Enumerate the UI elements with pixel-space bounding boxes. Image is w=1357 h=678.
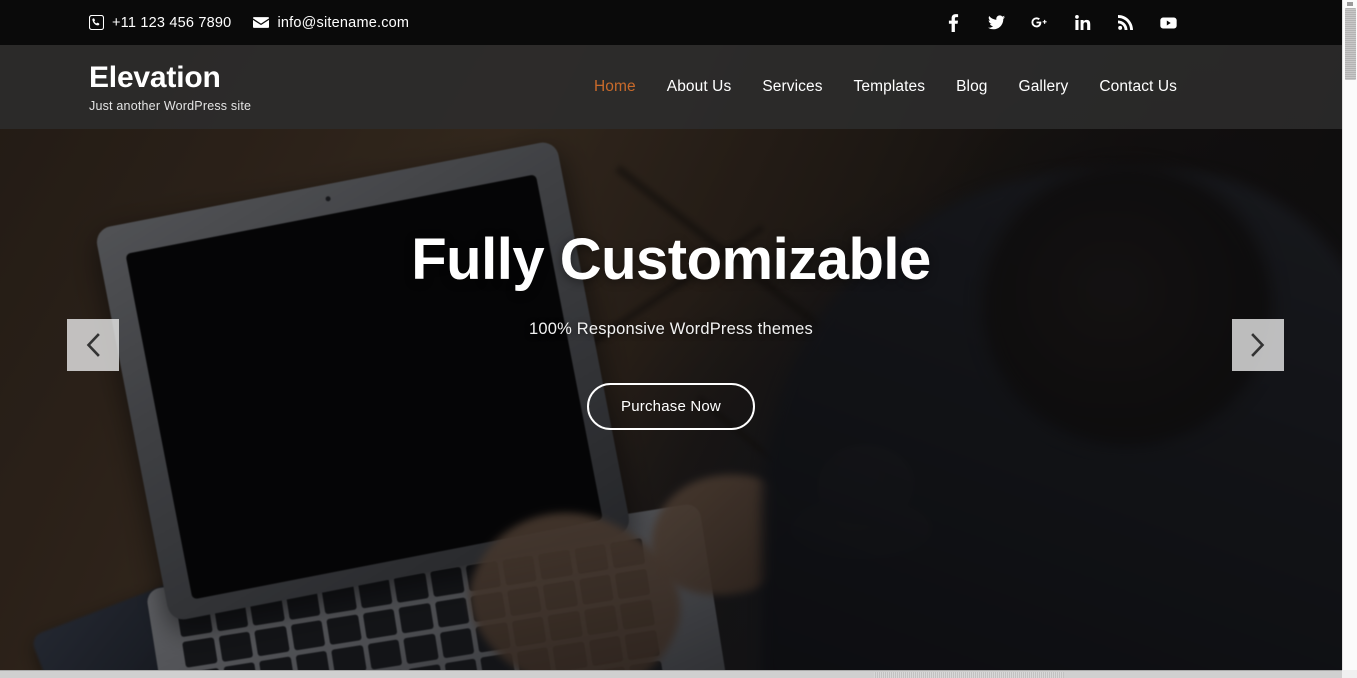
nav-item-home[interactable]: Home: [594, 78, 636, 96]
chevron-right-icon: [1250, 333, 1266, 357]
purchase-now-button[interactable]: Purchase Now: [587, 382, 755, 430]
facebook-icon[interactable]: [945, 13, 962, 32]
envelope-icon: [253, 16, 270, 29]
email-address: info@sitename.com: [277, 14, 410, 31]
site-tagline: Just another WordPress site: [89, 99, 252, 113]
phone-contact[interactable]: +11 123 456 7890: [89, 15, 231, 31]
slider-next-button[interactable]: [1232, 319, 1284, 371]
social-links: [945, 13, 1253, 32]
site-header: Elevation Just another WordPress site Ho…: [0, 45, 1342, 129]
google-plus-icon[interactable]: [1031, 14, 1048, 31]
chevron-left-icon: [85, 333, 101, 357]
slider-prev-button[interactable]: [67, 319, 119, 371]
nav-item-templates[interactable]: Templates: [854, 78, 926, 96]
nav-item-about-us[interactable]: About Us: [667, 78, 732, 96]
scrollbar-corner: [1342, 670, 1357, 678]
rss-icon[interactable]: [1117, 14, 1134, 31]
slide-content: Fully Customizable 100% Responsive WordP…: [0, 227, 1342, 430]
phone-number: +11 123 456 7890: [112, 14, 232, 31]
email-contact[interactable]: info@sitename.com: [253, 15, 409, 31]
browser-page: +11 123 456 7890 info@sitename.com Eleva…: [0, 0, 1357, 678]
site-branding[interactable]: Elevation Just another WordPress site: [89, 61, 251, 113]
nav-item-blog[interactable]: Blog: [956, 78, 987, 96]
page-viewport: +11 123 456 7890 info@sitename.com Eleva…: [0, 0, 1342, 670]
youtube-icon[interactable]: [1160, 14, 1177, 31]
nav-item-contact-us[interactable]: Contact Us: [1099, 78, 1177, 96]
nav-item-gallery[interactable]: Gallery: [1019, 78, 1069, 96]
linkedin-icon[interactable]: [1074, 14, 1091, 31]
slide-title: Fully Customizable: [411, 227, 931, 292]
vertical-scrollbar-cap: [1347, 2, 1353, 6]
horizontal-scrollbar[interactable]: [0, 670, 1342, 678]
nav-item-services[interactable]: Services: [762, 78, 822, 96]
vertical-scrollbar[interactable]: [1342, 0, 1357, 670]
slide-subtitle: 100% Responsive WordPress themes: [529, 319, 813, 338]
top-contact-bar: +11 123 456 7890 info@sitename.com: [0, 0, 1342, 45]
vertical-scrollbar-thumb[interactable]: [1345, 8, 1356, 80]
horizontal-scrollbar-thumb[interactable]: [874, 672, 1064, 678]
primary-navigation: Home About Us Services Templates Blog Ga…: [594, 78, 1253, 96]
twitter-icon[interactable]: [988, 14, 1005, 31]
contact-info-group: +11 123 456 7890 info@sitename.com: [89, 15, 409, 31]
hero-slider: Elevation Just another WordPress site Ho…: [0, 45, 1342, 670]
site-title: Elevation: [89, 61, 221, 94]
phone-icon: [89, 15, 104, 30]
